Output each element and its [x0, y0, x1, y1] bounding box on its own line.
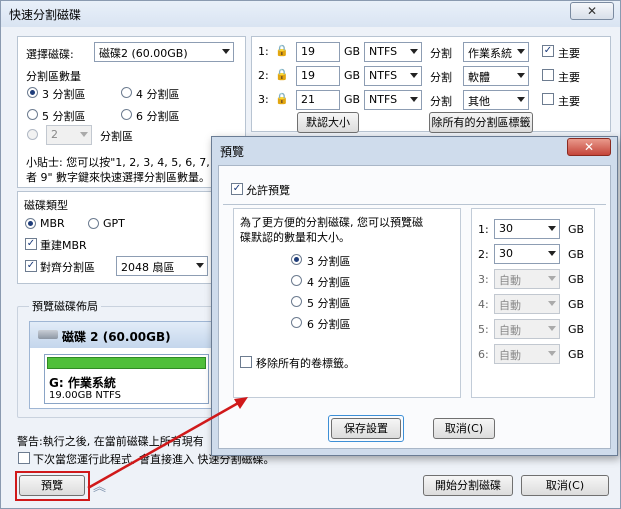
- annotation-arrow: [87, 397, 248, 490]
